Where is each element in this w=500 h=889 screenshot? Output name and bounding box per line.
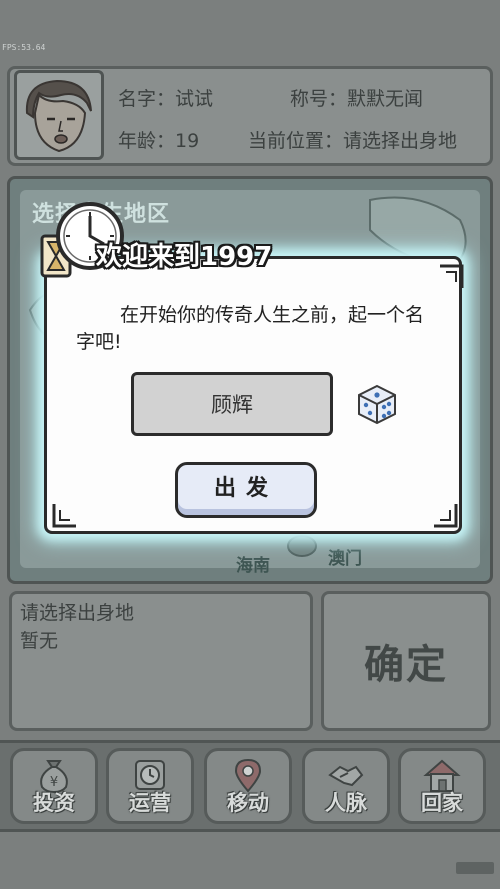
title-label: 称号：默默无闻 bbox=[290, 88, 424, 110]
home-button[interactable]: 回家 bbox=[398, 748, 486, 824]
birthplace-info-panel: 请选择出身地 暂无 bbox=[9, 591, 313, 731]
age-label: 年龄：19 bbox=[118, 130, 200, 152]
name-input[interactable] bbox=[131, 372, 333, 436]
home-label: 回家 bbox=[421, 791, 463, 815]
network-label: 人脉 bbox=[325, 791, 367, 815]
depart-label: 出发 bbox=[213, 476, 278, 501]
info-heading: 请选择出身地 bbox=[20, 602, 135, 624]
location-label: 当前位置：请选择出身地 bbox=[248, 130, 458, 152]
confirm-button[interactable]: 确定 bbox=[321, 591, 491, 731]
invest-label: 投资 bbox=[33, 791, 75, 815]
region-hainan[interactable]: 海南 bbox=[236, 551, 270, 576]
invest-button[interactable]: ¥ 投资 bbox=[10, 748, 98, 824]
move-label: 移动 bbox=[227, 791, 269, 815]
dice-icon[interactable] bbox=[356, 383, 398, 425]
confirm-label: 确定 bbox=[364, 642, 448, 688]
corner-ornament-icon bbox=[52, 504, 76, 528]
corner-ornament-icon bbox=[434, 504, 458, 528]
operate-label: 运营 bbox=[129, 791, 171, 815]
avatar[interactable] bbox=[14, 70, 104, 160]
fps-counter: FPS:53.64 bbox=[2, 43, 46, 52]
dialog-message: 在开始你的传奇人生之前，起一个名字吧! bbox=[76, 304, 425, 353]
depart-button[interactable]: 出发 bbox=[175, 462, 317, 518]
avatar-face-icon bbox=[25, 79, 92, 153]
name-label: 名字：试试 bbox=[118, 88, 214, 110]
operate-button[interactable]: 运营 bbox=[106, 748, 194, 824]
move-button[interactable]: 移动 bbox=[204, 748, 292, 824]
network-button[interactable]: 人脉 bbox=[302, 748, 390, 824]
watermark-logo bbox=[456, 862, 494, 874]
corner-ornament-icon bbox=[440, 264, 464, 288]
region-macau[interactable]: 澳门 bbox=[328, 544, 362, 569]
info-value: 暂无 bbox=[20, 630, 59, 652]
dialog-title: 欢迎来到1997 bbox=[96, 242, 273, 272]
